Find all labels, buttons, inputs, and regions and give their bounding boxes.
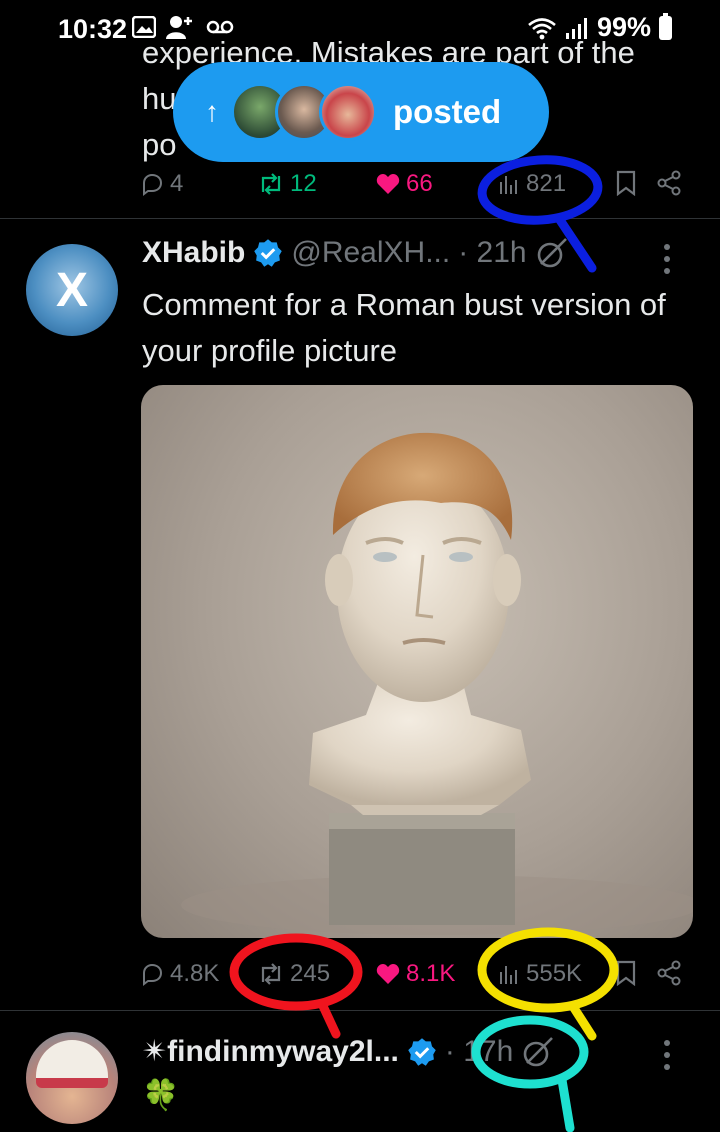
like-count: 66 [406,170,433,197]
avatar [319,83,377,141]
share-icon[interactable] [656,960,682,986]
posted-avatars [231,83,377,141]
tweet-image[interactable] [141,385,693,938]
avatar-letter: X [55,263,88,317]
posted-banner[interactable]: ↑ posted [173,62,549,162]
more-options-icon[interactable] [664,244,670,274]
reply-button[interactable]: 4.8K [140,960,219,988]
heart-icon [376,964,400,984]
reply-button[interactable]: 4 [140,170,183,198]
reply-icon [143,173,163,196]
avatar[interactable]: X [26,244,118,336]
reply-count: 4.8K [170,960,220,987]
annotation-red-circle [229,933,363,1039]
verified-badge-icon [254,239,283,267]
avatar[interactable] [26,1032,118,1124]
like-count: 8.1K [406,960,456,987]
more-options-icon[interactable] [664,1040,670,1070]
like-button[interactable]: 8.1K [376,960,455,988]
heart-icon [376,174,400,194]
posted-label: posted [393,93,502,130]
verified-badge-icon [408,1037,436,1066]
bookmark-icon[interactable] [615,170,637,196]
arrow-up-icon: ↑ [205,96,219,127]
annotation-blue-circle [477,155,603,273]
repost-count: 12 [290,170,317,197]
author-handle[interactable]: @RealXH... [291,236,450,270]
roman-bust-image [181,432,693,935]
tweet-divider [0,218,720,219]
repost-icon [261,173,281,195]
reply-icon [143,963,163,986]
status-time: 10:32 [58,14,128,44]
tweet-text: 🍀 [142,1079,180,1112]
share-icon[interactable] [656,170,682,196]
author-name[interactable]: XHabib [142,236,245,270]
like-button[interactable]: 66 [376,170,433,198]
annotation-cyan-circle [471,1015,589,1132]
reply-count: 4 [170,170,184,197]
repost-button[interactable]: 12 [258,170,317,198]
tweet-text: Comment for a Roman bust version of your… [142,287,666,368]
